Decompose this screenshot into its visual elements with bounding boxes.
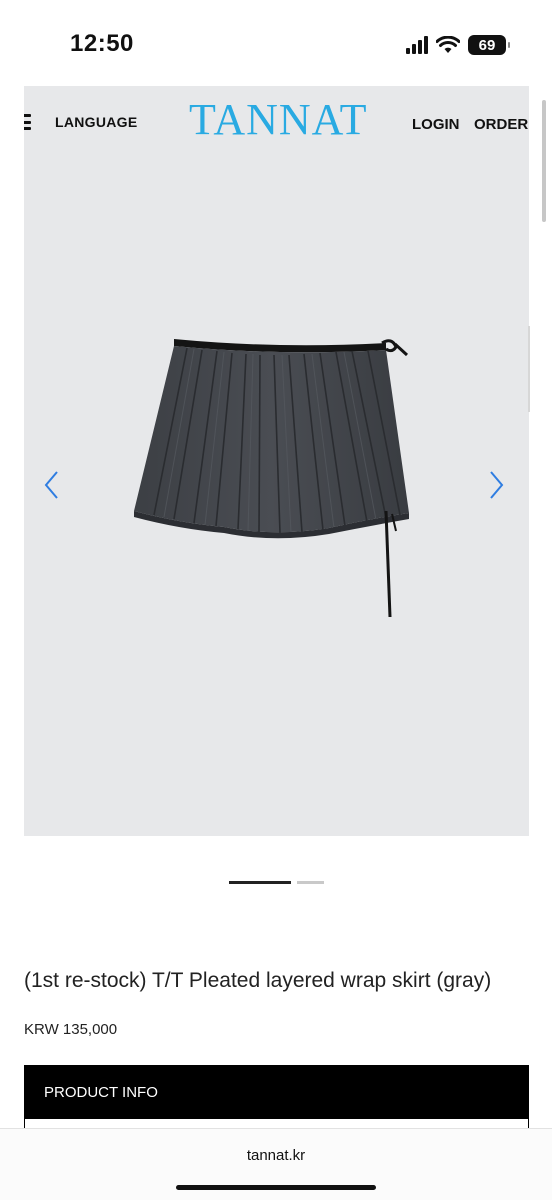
product-info-accordion[interactable]: PRODUCT INFO (24, 1065, 529, 1119)
home-indicator[interactable] (176, 1185, 376, 1190)
site-header: LANGUAGE TANNAT LOGIN ORDER (24, 86, 529, 161)
status-bar: 12:50 69 (0, 0, 552, 86)
pagination-dot-1[interactable] (229, 881, 291, 884)
pagination-dot-2[interactable] (297, 881, 324, 884)
chevron-left-icon[interactable] (42, 469, 62, 501)
web-page: LANGUAGE TANNAT LOGIN ORDER (1st re-stoc… (24, 86, 529, 1131)
order-link[interactable]: ORDER (474, 116, 528, 133)
wifi-icon (436, 36, 460, 53)
url-text[interactable]: tannat.kr (0, 1147, 552, 1164)
battery-icon: 69 (468, 35, 510, 55)
carousel-pagination (229, 881, 324, 884)
status-time: 12:50 (70, 30, 134, 57)
login-link[interactable]: LOGIN (412, 116, 460, 133)
battery-level: 69 (478, 36, 496, 54)
scrollbar-thumb[interactable] (542, 100, 546, 222)
chevron-right-icon[interactable] (486, 469, 506, 501)
hamburger-menu-icon[interactable] (24, 114, 31, 130)
brand-logo[interactable]: TANNAT (189, 98, 367, 142)
status-icons: 69 (406, 34, 510, 56)
product-info-label: PRODUCT INFO (44, 1083, 158, 1101)
product-price: KRW 135,000 (24, 1021, 118, 1038)
page-scroll-track (528, 326, 530, 412)
language-link[interactable]: LANGUAGE (55, 114, 138, 130)
product-image (134, 339, 409, 618)
browser-address-bar: tannat.kr (0, 1128, 552, 1200)
cellular-signal-icon (406, 36, 428, 54)
product-title: (1st re-stock) T/T Pleated layered wrap … (24, 969, 492, 992)
product-gallery: LANGUAGE TANNAT LOGIN ORDER (24, 86, 529, 836)
